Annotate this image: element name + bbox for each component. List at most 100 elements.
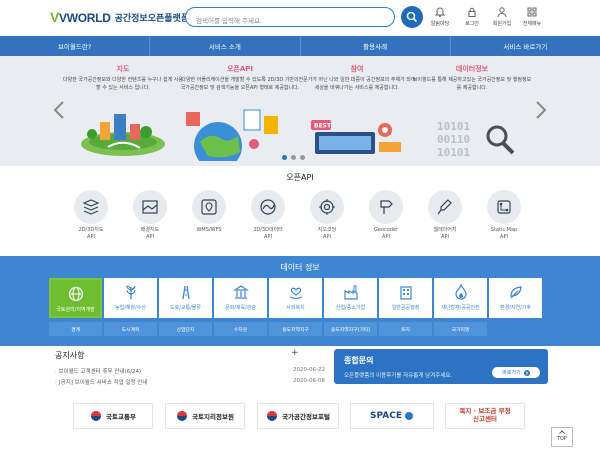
nav-item-shortcuts[interactable]: 서비스 바로가기 — [451, 36, 600, 56]
nsdi-logo-icon — [267, 411, 278, 421]
welfare-icon — [289, 287, 302, 300]
api-label: WMS/WFS — [196, 227, 222, 233]
inquiry-title: 종합문의 — [344, 356, 374, 365]
slide-openapi-desc: 다양한 어플리케이션을 개발할 수 있도록 2D/3D 기반의 국가공간정보 및… — [180, 77, 300, 91]
hero-carousel: 지도 다양한 국가공간정보와 다양한 컨텐츠를 누구나 쉽게 사용할 수 있는 … — [0, 56, 600, 166]
search-input[interactable] — [196, 12, 386, 30]
slide-participate-desc: 전문가가 아닌 나와 일반 대중이 공간정보의 주체가 되어 세상을 바꿔나가는… — [298, 77, 416, 91]
agriculture-icon — [125, 285, 135, 299]
partner-molit[interactable]: 국토교통부 — [73, 403, 153, 429]
tile-industry[interactable]: 산업/중소기업 — [324, 278, 377, 318]
carousel-dot-2[interactable] — [291, 155, 296, 160]
tile-label: 산업/중소기업 — [335, 305, 366, 311]
tile-disaster-safety[interactable]: 재난방재/공공안전 — [434, 278, 487, 318]
scroll-top-button[interactable]: TOP — [551, 427, 573, 447]
tile-environment[interactable]: 환경/자연/기후 — [489, 278, 542, 318]
search-button[interactable] — [401, 6, 423, 28]
sub-land[interactable]: 토지 — [379, 322, 432, 336]
api-item-geocoder[interactable]: Geocoder API — [358, 190, 414, 241]
chevron-up-icon — [559, 430, 565, 434]
util-login[interactable]: 로그인 — [457, 6, 487, 32]
tile-culture-tourism[interactable]: 문화/체육/관광 — [214, 278, 267, 318]
carousel-dot-3[interactable] — [300, 155, 305, 160]
inquiry-box: 종합문의 오픈플랫폼의 이용후기를 자유롭게 남겨주세요. 바로가기 — [334, 349, 548, 384]
slide-participate[interactable]: 참여 전문가가 아닌 나와 일반 대중이 공간정보의 주체가 되어 세상을 바꿔… — [297, 64, 417, 92]
sub-zoning[interactable]: 용도지역지구 — [269, 322, 322, 336]
tile-social-welfare[interactable]: 사회복지 — [269, 278, 322, 318]
sub-water-resource[interactable]: 수자원 — [214, 322, 267, 336]
util-signup[interactable]: 회원가입 — [487, 6, 517, 32]
slide-map[interactable]: 지도 다양한 국가공간정보와 다양한 컨텐츠를 누구나 쉽게 사용할 수 있는 … — [63, 64, 183, 92]
ngii-logo-icon — [177, 411, 188, 421]
nav-item-services[interactable]: 서비스 소개 — [150, 36, 301, 56]
background-map-icon — [142, 200, 158, 214]
tile-label: 국토관리/지역개발 — [56, 307, 95, 313]
user-icon — [497, 7, 507, 18]
binary-line-2: 00110 — [437, 133, 470, 146]
notice-item-date: 2020-06-08 — [293, 378, 325, 384]
space-logo-icon — [404, 412, 413, 420]
nav-item-cases[interactable]: 활용사례 — [301, 36, 451, 56]
inquiry-go-label: 바로가기 — [502, 370, 521, 376]
notice-item[interactable]: · [공지] 브이월드 서비스 작업 일정 안내 2020-06-08 — [55, 378, 325, 386]
api-item-2d3d-map[interactable]: 2D/3D지도 API — [63, 190, 119, 241]
api-item-web-layer[interactable]: 웹레이어지 API — [417, 190, 473, 241]
tile-land-management[interactable]: 국토관리/지역개발 — [49, 278, 102, 318]
tile-road-traffic[interactable]: 도로/교통/물류 — [159, 278, 212, 318]
api-label: Static Map API — [490, 227, 518, 240]
slide-data[interactable]: 데이터정보 브이월드를 통해 제공하고있는 국가공간정보 및 행정정보를 제공합… — [412, 64, 532, 92]
notice-title: 공지사항 — [55, 351, 85, 360]
web-layer-icon — [437, 199, 452, 215]
carousel-prev-icon[interactable] — [52, 100, 66, 120]
geocoder-icon — [380, 200, 393, 214]
tile-public-admin[interactable]: 일반공공행정 — [379, 278, 432, 318]
notice-item[interactable]: · 브이월드 고객센터 휴무 안내(6/24) 2020-06-22 — [55, 367, 325, 375]
best-badge-text: BEST — [314, 123, 332, 130]
api-label: 웹레이어지 API — [433, 227, 457, 240]
map-3d-icon — [82, 199, 100, 215]
logo-subtitle: 공간정보오픈플랫폼 — [114, 13, 190, 24]
sub-urban-plan[interactable]: 도시계획 — [104, 322, 157, 336]
slide-map-title: 지도 — [116, 65, 130, 73]
notice-item-text: · [공지] 브이월드 서비스 작업 일정 안내 — [55, 380, 148, 386]
carousel-next-icon[interactable] — [534, 100, 548, 120]
partner-nsdi[interactable]: 국가공간정보포털 — [257, 403, 339, 429]
header: VVWORLD 공간정보오픈플랫폼 알림마당 로그인 회원가입 전체메뉴 — [0, 0, 600, 36]
partner-subsidy-report[interactable]: 복지 · 보조금 부정신고센터 — [445, 403, 525, 429]
partner-ngii[interactable]: 국토지리정보원 — [165, 403, 245, 429]
sub-zoning-etc[interactable]: 용도지역지구(기타) — [324, 322, 377, 336]
sub-boundary[interactable]: 경계 — [49, 322, 102, 336]
carousel-dots — [282, 155, 305, 160]
api-item-static-map[interactable]: Static Map API — [476, 190, 532, 241]
api-item-2d3d-data[interactable]: 2D/3D데이터 API — [240, 190, 296, 241]
tile-agriculture[interactable]: 농업/해양/수산 — [104, 278, 157, 318]
culture-icon — [232, 285, 249, 299]
util-allmenu[interactable]: 전체메뉴 — [517, 6, 547, 32]
vworld-logo[interactable]: VVWORLD 공간정보오픈플랫폼 — [50, 9, 189, 25]
notice-more-button[interactable]: + — [291, 348, 299, 358]
util-login-label: 로그인 — [465, 21, 479, 27]
util-notice[interactable]: 알림마당 — [425, 6, 455, 32]
slide-participate-title: 참여 — [350, 65, 364, 73]
binary-line-3: 10101 — [437, 146, 470, 158]
tile-label: 도로/교통/물류 — [170, 305, 201, 311]
api-item-wms-wfs[interactable]: WMS/WFS — [181, 190, 237, 234]
sub-industrial-complex[interactable]: 산업단지 — [159, 322, 212, 336]
api-item-background-map[interactable]: 배경지도 API — [122, 190, 178, 241]
partner-nsdi-text: 국가공간정보포털 — [282, 413, 330, 421]
carousel-dot-1[interactable] — [282, 155, 287, 160]
binary-line-1: 10101 — [437, 120, 470, 133]
tile-label: 농업/해양/수산 — [115, 305, 146, 311]
nav-item-about[interactable]: 브이월드란? — [0, 36, 151, 56]
sub-place-names[interactable]: 국가지명 — [434, 322, 487, 336]
inquiry-desc: 오픈플랫폼의 이용후기를 자유롭게 남겨주세요. — [344, 373, 453, 379]
api-item-geocoding[interactable]: 지오코딩 API — [299, 190, 355, 241]
util-signup-label: 회원가입 — [492, 21, 512, 27]
industry-icon — [343, 285, 358, 300]
lock-icon — [468, 7, 476, 17]
partner-space[interactable]: SPACE — [350, 403, 434, 429]
openapi-illustration-icon — [186, 109, 278, 161]
slide-openapi[interactable]: 오픈API 다양한 어플리케이션을 개발할 수 있도록 2D/3D 기반의 국가… — [180, 64, 300, 92]
api-label: 2D/3D지도 API — [78, 227, 104, 240]
inquiry-go-button[interactable]: 바로가기 — [492, 367, 540, 378]
